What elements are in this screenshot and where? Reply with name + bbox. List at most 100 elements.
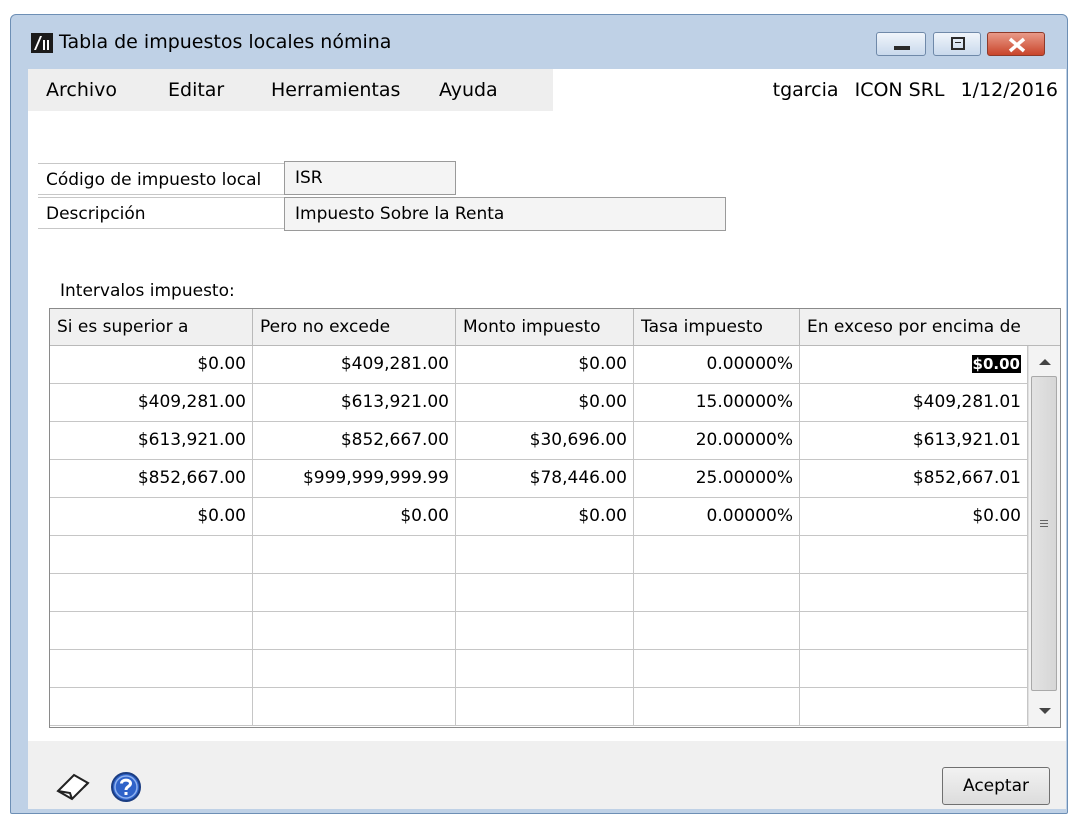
main-content: Código de impuesto local ISR Descripción…: [28, 111, 1066, 741]
table-cell[interactable]: $852,667.01: [800, 460, 1028, 497]
table-cell[interactable]: $999,999,999.99: [253, 460, 456, 497]
empty-row[interactable]: [50, 536, 1028, 574]
table-cell[interactable]: [634, 612, 800, 649]
column-header[interactable]: Monto impuesto: [456, 309, 634, 345]
vertical-scrollbar[interactable]: [1028, 346, 1061, 727]
table-cell[interactable]: $613,921.00: [50, 422, 253, 459]
table-cell[interactable]: $852,667.00: [50, 460, 253, 497]
title-bar[interactable]: Tabla de impuestos locales nómina: [11, 15, 1067, 61]
table-cell[interactable]: [50, 612, 253, 649]
scroll-up-icon[interactable]: [1029, 350, 1061, 374]
table-cell[interactable]: [456, 612, 634, 649]
table-cell[interactable]: $0.00: [50, 498, 253, 535]
menu-bar: Archivo Editar Herramientas Ayuda tgarci…: [28, 69, 1066, 111]
table-cell[interactable]: $0.00: [253, 498, 456, 535]
table-row[interactable]: $852,667.00 $999,999,999.99 $78,446.00 2…: [50, 460, 1028, 498]
table-cell[interactable]: [50, 574, 253, 611]
table-cell[interactable]: [456, 574, 634, 611]
table-cell[interactable]: [800, 574, 1028, 611]
table-cell[interactable]: 15.00000%: [634, 384, 800, 421]
note-icon[interactable]: [54, 769, 94, 803]
table-cell[interactable]: [253, 688, 456, 725]
table-cell[interactable]: $409,281.00: [253, 346, 456, 383]
table-cell[interactable]: $613,921.01: [800, 422, 1028, 459]
table-cell[interactable]: [456, 650, 634, 687]
empty-row[interactable]: [50, 612, 1028, 650]
table-cell[interactable]: $78,446.00: [456, 460, 634, 497]
table-cell[interactable]: $0.00: [50, 346, 253, 383]
menu-list: Archivo Editar Herramientas Ayuda: [28, 69, 553, 111]
close-icon: [1008, 37, 1026, 53]
code-label: Código de impuesto local: [38, 163, 284, 195]
table-row[interactable]: $0.00 $0.00 $0.00 0.00000% $0.00: [50, 498, 1028, 536]
scroll-thumb[interactable]: [1031, 376, 1057, 691]
table-cell[interactable]: $613,921.00: [253, 384, 456, 421]
table-cell[interactable]: 0.00000%: [634, 498, 800, 535]
company-name: ICON SRL: [854, 79, 945, 101]
table-cell[interactable]: [800, 536, 1028, 573]
table-cell[interactable]: [634, 650, 800, 687]
table-cell[interactable]: $30,696.00: [456, 422, 634, 459]
minimize-button[interactable]: [876, 32, 926, 56]
table-cell[interactable]: 25.00000%: [634, 460, 800, 497]
table-cell[interactable]: [800, 612, 1028, 649]
grid-title: Intervalos impuesto:: [60, 281, 235, 301]
column-header[interactable]: En exceso por encima de: [800, 309, 1060, 345]
table-row[interactable]: $613,921.00 $852,667.00 $30,696.00 20.00…: [50, 422, 1028, 460]
menu-ayuda[interactable]: Ayuda: [439, 79, 498, 101]
column-header[interactable]: Tasa impuesto: [634, 309, 800, 345]
tax-intervals-grid: Si es superior a Pero no excede Monto im…: [49, 308, 1061, 728]
table-cell[interactable]: [800, 650, 1028, 687]
table-cell[interactable]: 20.00000%: [634, 422, 800, 459]
table-cell[interactable]: [50, 650, 253, 687]
help-icon[interactable]: [110, 771, 142, 803]
table-cell-selected[interactable]: $0.00: [800, 346, 1028, 383]
table-cell[interactable]: $852,667.00: [253, 422, 456, 459]
code-field[interactable]: ISR: [284, 161, 456, 195]
column-header[interactable]: Si es superior a: [50, 309, 253, 345]
restore-button[interactable]: [933, 32, 981, 56]
table-cell[interactable]: [253, 574, 456, 611]
table-row[interactable]: $409,281.00 $613,921.00 $0.00 15.00000% …: [50, 384, 1028, 422]
table-cell[interactable]: $0.00: [456, 384, 634, 421]
bottom-bar: Aceptar: [28, 741, 1066, 809]
empty-row[interactable]: [50, 650, 1028, 688]
table-cell[interactable]: $0.00: [456, 498, 634, 535]
close-button[interactable]: [987, 32, 1045, 56]
restore-icon: [951, 37, 965, 50]
session-date: 1/12/2016: [960, 79, 1058, 101]
table-cell[interactable]: $0.00: [456, 346, 634, 383]
app-logo-icon: [31, 33, 53, 53]
menu-herramientas[interactable]: Herramientas: [271, 79, 400, 101]
description-field[interactable]: Impuesto Sobre la Renta: [284, 197, 726, 231]
session-info: tgarcia ICON SRL 1/12/2016: [763, 79, 1058, 101]
window-title: Tabla de impuestos locales nómina: [59, 31, 392, 53]
column-header[interactable]: Pero no excede: [253, 309, 456, 345]
table-cell[interactable]: 0.00000%: [634, 346, 800, 383]
menu-archivo[interactable]: Archivo: [46, 79, 117, 101]
ok-button[interactable]: Aceptar: [942, 767, 1050, 805]
menu-editar[interactable]: Editar: [168, 79, 224, 101]
table-cell[interactable]: [456, 688, 634, 725]
selected-value: $0.00: [971, 355, 1021, 373]
table-cell[interactable]: [253, 650, 456, 687]
table-cell[interactable]: [634, 574, 800, 611]
table-cell[interactable]: [456, 536, 634, 573]
table-cell[interactable]: [800, 688, 1028, 725]
scroll-down-icon[interactable]: [1029, 699, 1061, 723]
table-cell[interactable]: $409,281.00: [50, 384, 253, 421]
table-row[interactable]: $0.00 $409,281.00 $0.00 0.00000% $0.00: [50, 346, 1028, 384]
empty-row[interactable]: [50, 574, 1028, 612]
table-cell[interactable]: [634, 536, 800, 573]
table-cell[interactable]: [253, 536, 456, 573]
table-cell[interactable]: [50, 536, 253, 573]
table-cell[interactable]: [634, 688, 800, 725]
table-cell[interactable]: [253, 612, 456, 649]
user-name: tgarcia: [772, 79, 839, 101]
minimize-icon: [894, 46, 910, 50]
grid-header: Si es superior a Pero no excede Monto im…: [50, 309, 1060, 346]
empty-row[interactable]: [50, 688, 1028, 726]
table-cell[interactable]: $409,281.01: [800, 384, 1028, 421]
table-cell[interactable]: [50, 688, 253, 725]
table-cell[interactable]: $0.00: [800, 498, 1028, 535]
